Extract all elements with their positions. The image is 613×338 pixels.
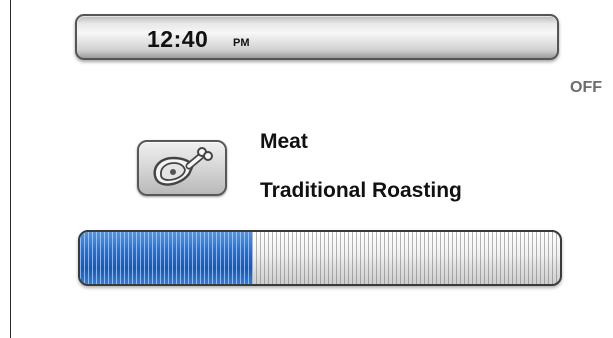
cooking-progress-bar (78, 230, 562, 286)
cooking-program-label: Traditional Roasting (260, 179, 462, 202)
clock-ampm: PM (233, 37, 250, 49)
food-category-button[interactable] (137, 140, 227, 196)
food-category-label: Meat (260, 130, 308, 153)
meat-drumstick-icon (153, 147, 213, 186)
power-status-label[interactable]: OFF (570, 79, 602, 97)
screen-edge-divider (10, 0, 11, 338)
cooking-progress-fill (80, 232, 253, 284)
clock-bar[interactable]: 12:40 PM (75, 14, 559, 60)
clock-time: 12:40 (147, 26, 209, 52)
oven-display-screen: 12:40 PM OFF Meat Traditional Roasting (0, 0, 613, 338)
